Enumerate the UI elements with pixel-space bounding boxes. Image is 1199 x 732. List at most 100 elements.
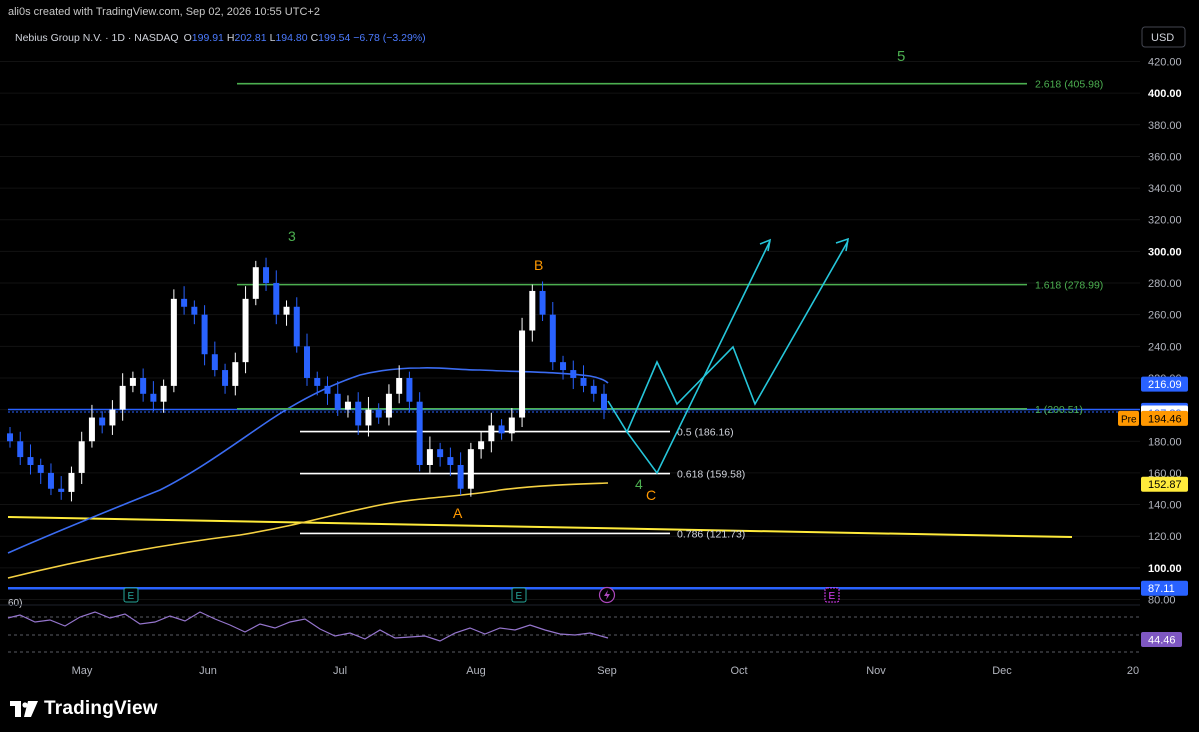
price-tag-value: 194.46 [1148,413,1182,425]
candle-body [68,472,75,492]
fib-label: 0.5 (186.16) [677,427,734,439]
svg-text:USD: USD [1151,32,1174,44]
candle-body [201,314,208,355]
time-axis[interactable]: May Jun Jul Aug Sep Oct Nov Dec 20 [72,665,1140,677]
rsi-value-tag: 44.46 [1141,632,1182,647]
wave-label-b: B [534,257,543,273]
candle-body [508,417,515,434]
candle-body [37,465,44,473]
price-axis-label: 380.00 [1148,120,1182,132]
candle-body [252,267,259,299]
candle-body [27,457,34,465]
candle-body [498,425,505,434]
price-axis-label: 300.00 [1148,246,1182,258]
candle-body [119,385,126,410]
candle-body [314,377,321,386]
svg-text:E: E [516,591,523,602]
price-axis-label: 400.00 [1148,88,1182,100]
candle-body [78,441,85,473]
time-axis-label: May [72,665,93,677]
candle-body [447,457,454,465]
candle-body [549,314,556,363]
candle-body [375,409,382,418]
fib-label: 1.618 (278.99) [1035,280,1103,292]
tradingview-logo[interactable]: TradingView [10,698,158,720]
candle-body [99,417,106,426]
price-axis-label: 140.00 [1148,500,1182,512]
arrow-head-1 [759,238,772,252]
blue-moving-average [7,366,609,554]
candle-body [181,298,188,307]
candle-body [529,290,536,331]
fib-levels[interactable]: 2.618 (405.98) 1.618 (278.99) 1 (200.51) 0.… [237,79,1103,541]
time-axis-label: Aug [466,665,486,677]
price-axis-label: 80.00 [1148,595,1176,607]
arrow-head-2 [835,237,850,252]
time-axis-label: Sep [597,665,617,677]
candle-body [590,385,597,394]
candle-body [160,385,167,402]
candle-body [426,449,433,465]
wave-label-c: C [646,487,656,503]
tradingview-logo-icon [10,701,38,717]
candle-body [437,449,444,458]
event-lightning-icon[interactable] [598,586,616,604]
candle-body [170,298,177,386]
earnings-marker-nov[interactable]: E [824,587,840,603]
candle-body [580,377,587,386]
earnings-marker-aug[interactable]: E [511,587,527,603]
candle-body [601,393,607,410]
symbol-legend[interactable]: Nebius Group N.V. · 1D · NASDAQ O199.91 H2… [15,32,426,44]
price-axis-label: 360.00 [1148,151,1182,163]
price-axis-label: 280.00 [1148,278,1182,290]
wave-label-5: 5 [897,48,905,65]
candle-body [560,362,567,371]
candle-body [467,449,474,489]
time-axis-label: 20 [1127,665,1139,677]
price-axis-label: 120.00 [1148,531,1182,543]
time-axis-label: Jun [199,665,217,677]
candle-body [140,377,147,394]
yellow-moving-average [7,482,609,579]
candle-body [211,354,218,371]
fib-label: 0.786 (121.73) [677,528,745,540]
candle-body [58,488,65,492]
time-axis-label: Nov [866,665,886,677]
candle-body [519,330,526,418]
wave-label-4: 4 [635,476,643,492]
price-chart[interactable]: 2.618 (405.98) 1.618 (278.99) 1 (200.51) 0.… [0,24,1199,684]
candle-body [283,306,290,315]
projection-path-1[interactable] [607,240,849,434]
candle-body [150,393,157,402]
candle-body [539,290,546,315]
rsi-pane[interactable]: 60) [7,598,1140,653]
fib-label: 2.618 (405.98) [1035,79,1103,91]
candle-body [263,267,270,284]
candle-body [273,283,280,315]
candle-body [88,417,95,442]
candle-body [406,377,413,402]
time-axis-label: Jul [333,665,347,677]
brand-name: TradingView [44,698,158,719]
price-tag-value: 216.09 [1148,379,1182,391]
currency-button[interactable]: USD [1141,26,1186,48]
candle-body [47,472,54,489]
earnings-marker-may[interactable]: E [123,587,139,603]
candle-body [109,409,116,426]
candle-body [344,401,351,410]
credit-text: ali0s created with TradingView.com, Sep … [8,6,320,18]
candle-body [17,441,24,458]
candle-body [457,465,464,489]
pre-market-label: Pre [1121,414,1137,425]
price-axis-label: 100.00 [1148,563,1182,575]
time-axis-label: Dec [992,665,1012,677]
candle-body [488,425,495,442]
price-axis-label: 260.00 [1148,310,1182,322]
footer: TradingView [0,684,1199,732]
candle-body [396,377,403,394]
price-axis-label: 320.00 [1148,215,1182,227]
candle-body [324,385,331,394]
candle-body [570,370,577,378]
candle-body [365,409,372,426]
svg-text:44.46: 44.46 [1148,635,1176,647]
